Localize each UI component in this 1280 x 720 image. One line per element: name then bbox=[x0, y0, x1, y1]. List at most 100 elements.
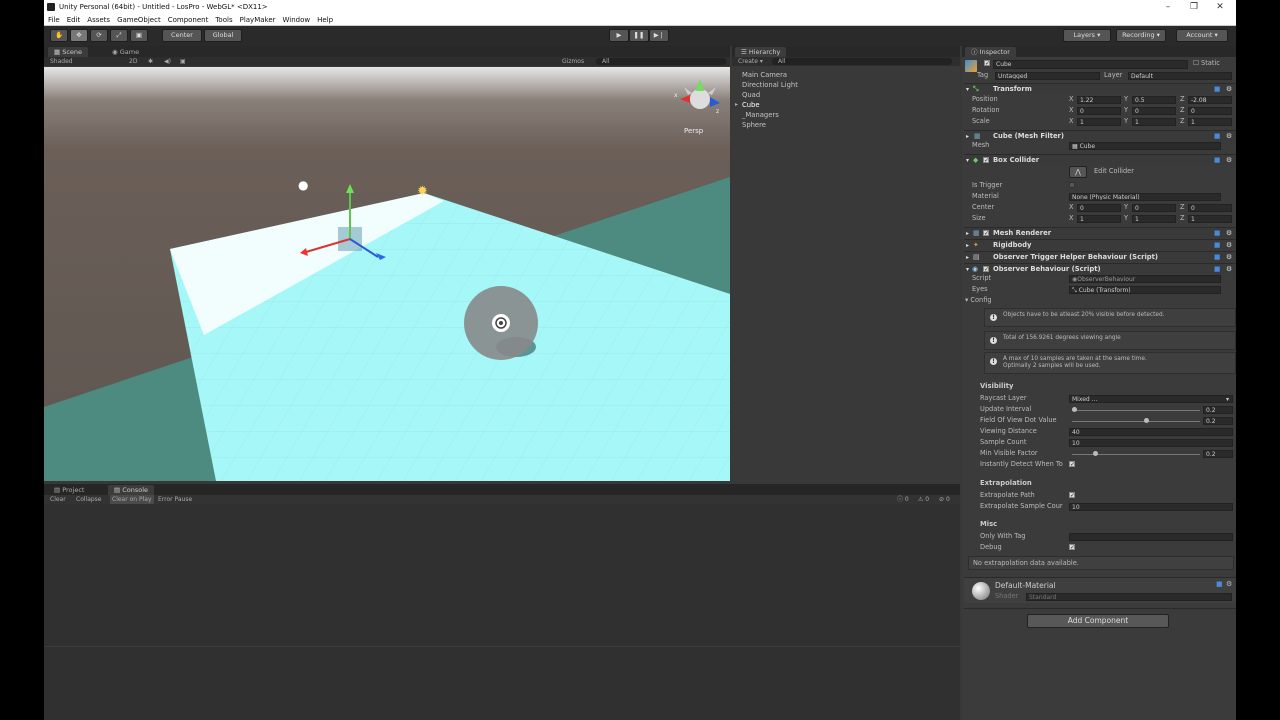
tab-hierarchy[interactable]: ☰ Hierarchy bbox=[735, 47, 787, 57]
help-icon[interactable]: ■ bbox=[1214, 228, 1220, 239]
physic-material-field[interactable]: None (Physic Material) bbox=[1069, 193, 1221, 201]
menu-edit[interactable]: Edit bbox=[67, 14, 81, 25]
hierarchy-item[interactable]: Directional Light bbox=[742, 81, 798, 90]
pivot-center-button[interactable]: Center bbox=[162, 29, 202, 42]
mesh-renderer-enabled-checkbox[interactable]: ✓ bbox=[983, 230, 989, 237]
step-icon[interactable]: ▶❘ bbox=[649, 29, 669, 42]
audio-toggle-icon[interactable]: ◀) bbox=[164, 57, 171, 66]
fold-arrow-icon[interactable]: ▾ bbox=[966, 264, 969, 275]
observer-enabled-checkbox[interactable]: ✓ bbox=[983, 266, 989, 273]
hierarchy-item[interactable]: Quad bbox=[742, 91, 760, 100]
is-trigger-checkbox[interactable] bbox=[1069, 182, 1075, 188]
minimize-icon[interactable]: – bbox=[1154, 0, 1182, 14]
tab-project[interactable]: ▤ Project bbox=[48, 485, 90, 495]
mesh-renderer-header[interactable]: ▸ ▦ ✓ Mesh Renderer ■ ⚙ bbox=[964, 227, 1236, 238]
viewing-distance-field[interactable]: 40 bbox=[1069, 428, 1233, 436]
pause-icon[interactable]: ❚❚ bbox=[629, 29, 649, 42]
gear-icon[interactable]: ⚙ bbox=[1226, 155, 1232, 166]
gizmos-dropdown[interactable]: Gizmos bbox=[562, 57, 584, 66]
tag-dropdown[interactable]: Untagged bbox=[995, 72, 1100, 80]
shading-mode-dropdown[interactable]: Shaded bbox=[50, 57, 73, 66]
raycast-layer-dropdown[interactable]: Mixed ... ▾ bbox=[1069, 395, 1233, 403]
fold-arrow-icon[interactable]: ▸ bbox=[966, 252, 969, 263]
fold-arrow-icon[interactable]: ▸ bbox=[966, 131, 969, 142]
close-icon[interactable]: ✕ bbox=[1206, 0, 1234, 14]
help-icon[interactable]: ■ bbox=[1214, 240, 1220, 251]
menu-component[interactable]: Component bbox=[168, 14, 209, 25]
hierarchy-item-selected[interactable]: Cube bbox=[742, 101, 760, 110]
gear-icon[interactable]: ⚙ bbox=[1226, 252, 1232, 263]
hierarchy-item[interactable]: _Managers bbox=[742, 111, 779, 120]
script-field[interactable]: ◉ObserverBehaviour bbox=[1069, 275, 1221, 283]
play-icon[interactable]: ▶ bbox=[609, 29, 629, 42]
help-icon[interactable]: ■ bbox=[1216, 580, 1223, 588]
menu-gameobject[interactable]: GameObject bbox=[117, 14, 161, 25]
rotation-value-field[interactable]: 0 bbox=[1188, 107, 1232, 115]
rect-tool-icon[interactable]: ▣ bbox=[130, 29, 148, 42]
box-collider-header[interactable]: ▾ ◆ ✓ Box Collider ■ ⚙ bbox=[964, 154, 1236, 165]
extrapolate-count-field[interactable]: 10 bbox=[1069, 503, 1233, 511]
layer-dropdown[interactable]: Default bbox=[1128, 72, 1232, 80]
error-count-toggle[interactable]: ⊘ 0 bbox=[939, 495, 950, 504]
hierarchy-item[interactable]: Main Camera bbox=[742, 71, 787, 80]
help-icon[interactable]: ■ bbox=[1214, 84, 1220, 95]
only-with-tag-field[interactable] bbox=[1069, 533, 1233, 541]
scale-value-field[interactable]: 1 bbox=[1132, 118, 1176, 126]
fov-dot-slider[interactable] bbox=[1072, 421, 1200, 422]
menu-tools[interactable]: Tools bbox=[215, 14, 232, 25]
slider-knob[interactable] bbox=[1144, 418, 1149, 423]
lighting-toggle-icon[interactable]: ✱ bbox=[148, 57, 153, 66]
mesh-filter-header[interactable]: ▸ ▦ Cube (Mesh Filter) ■ ⚙ bbox=[964, 130, 1236, 141]
error-pause-toggle[interactable]: Error Pause bbox=[158, 495, 192, 504]
debug-checkbox[interactable]: ✓ bbox=[1069, 544, 1075, 551]
slider-knob[interactable] bbox=[1072, 407, 1077, 412]
tab-scene[interactable]: ▦ Scene bbox=[48, 47, 89, 57]
hierarchy-item[interactable]: Sphere bbox=[742, 121, 766, 130]
clear-button[interactable]: Clear bbox=[50, 495, 66, 504]
scene-view-canvas[interactable]: ● ✹ x z Persp bbox=[44, 67, 730, 481]
rotation-value-field[interactable]: 0 bbox=[1132, 107, 1176, 115]
scene-search-input[interactable]: All bbox=[596, 58, 726, 65]
transform-header[interactable]: ▾ ⤡ Transform ■ ⚙ bbox=[964, 83, 1236, 94]
menu-assets[interactable]: Assets bbox=[87, 14, 110, 25]
menu-help[interactable]: Help bbox=[317, 14, 333, 25]
static-toggle[interactable]: ☐ Static bbox=[1193, 59, 1220, 68]
recording-dropdown[interactable]: Recording ▾ bbox=[1116, 29, 1166, 42]
center-value-field[interactable]: 0 bbox=[1132, 204, 1176, 212]
create-dropdown[interactable]: Create ▾ bbox=[738, 57, 763, 66]
hand-tool-icon[interactable]: ✋ bbox=[50, 29, 68, 42]
maximize-icon[interactable]: ❐ bbox=[1180, 0, 1208, 14]
sample-count-field[interactable]: 10 bbox=[1069, 439, 1233, 447]
size-value-field[interactable]: 1 bbox=[1077, 215, 1121, 223]
menu-file[interactable]: File bbox=[48, 14, 60, 25]
trigger-helper-header[interactable]: ▸ ▤ Observer Trigger Helper Behaviour (S… bbox=[964, 251, 1236, 262]
fov-dot-field[interactable]: 0.2 bbox=[1203, 417, 1233, 425]
scale-value-field[interactable]: 1 bbox=[1077, 118, 1121, 126]
gear-icon[interactable]: ⚙ bbox=[1226, 228, 1232, 239]
rigidbody-header[interactable]: ▸ ✦ Rigidbody ■ ⚙ bbox=[964, 239, 1236, 250]
clear-on-play-toggle[interactable]: Clear on Play bbox=[110, 495, 154, 504]
size-value-field[interactable]: 1 bbox=[1132, 215, 1176, 223]
object-name-field[interactable]: Cube bbox=[993, 60, 1188, 69]
fold-arrow-icon[interactable]: ▸ bbox=[966, 228, 969, 239]
center-value-field[interactable]: 0 bbox=[1188, 204, 1232, 212]
tab-inspector[interactable]: ⓘ Inspector bbox=[965, 47, 1016, 57]
center-value-field[interactable]: 0 bbox=[1077, 204, 1121, 212]
min-visible-slider[interactable] bbox=[1072, 454, 1200, 455]
active-checkbox[interactable]: ✓ bbox=[984, 60, 990, 67]
fold-arrow-icon[interactable]: ▾ bbox=[966, 155, 969, 166]
slider-knob[interactable] bbox=[1093, 451, 1098, 456]
config-foldout[interactable]: ▾ Config bbox=[965, 296, 992, 305]
fold-arrow-icon[interactable]: ▾ bbox=[966, 84, 969, 95]
tab-console[interactable]: ▤ Console bbox=[108, 485, 155, 495]
position-value-field[interactable]: 1.22 bbox=[1077, 96, 1121, 104]
info-count-toggle[interactable]: ⓘ 0 bbox=[897, 495, 909, 504]
tab-game[interactable]: ◉ Game bbox=[106, 47, 145, 57]
effects-toggle-icon[interactable]: ▣ bbox=[180, 57, 186, 66]
help-icon[interactable]: ■ bbox=[1214, 264, 1220, 275]
help-icon[interactable]: ■ bbox=[1214, 131, 1220, 142]
layers-dropdown[interactable]: Layers ▾ bbox=[1063, 29, 1111, 42]
scale-tool-icon[interactable]: ⤢ bbox=[110, 29, 128, 42]
move-tool-icon[interactable]: ✥ bbox=[70, 29, 88, 42]
update-interval-slider[interactable] bbox=[1072, 410, 1200, 411]
